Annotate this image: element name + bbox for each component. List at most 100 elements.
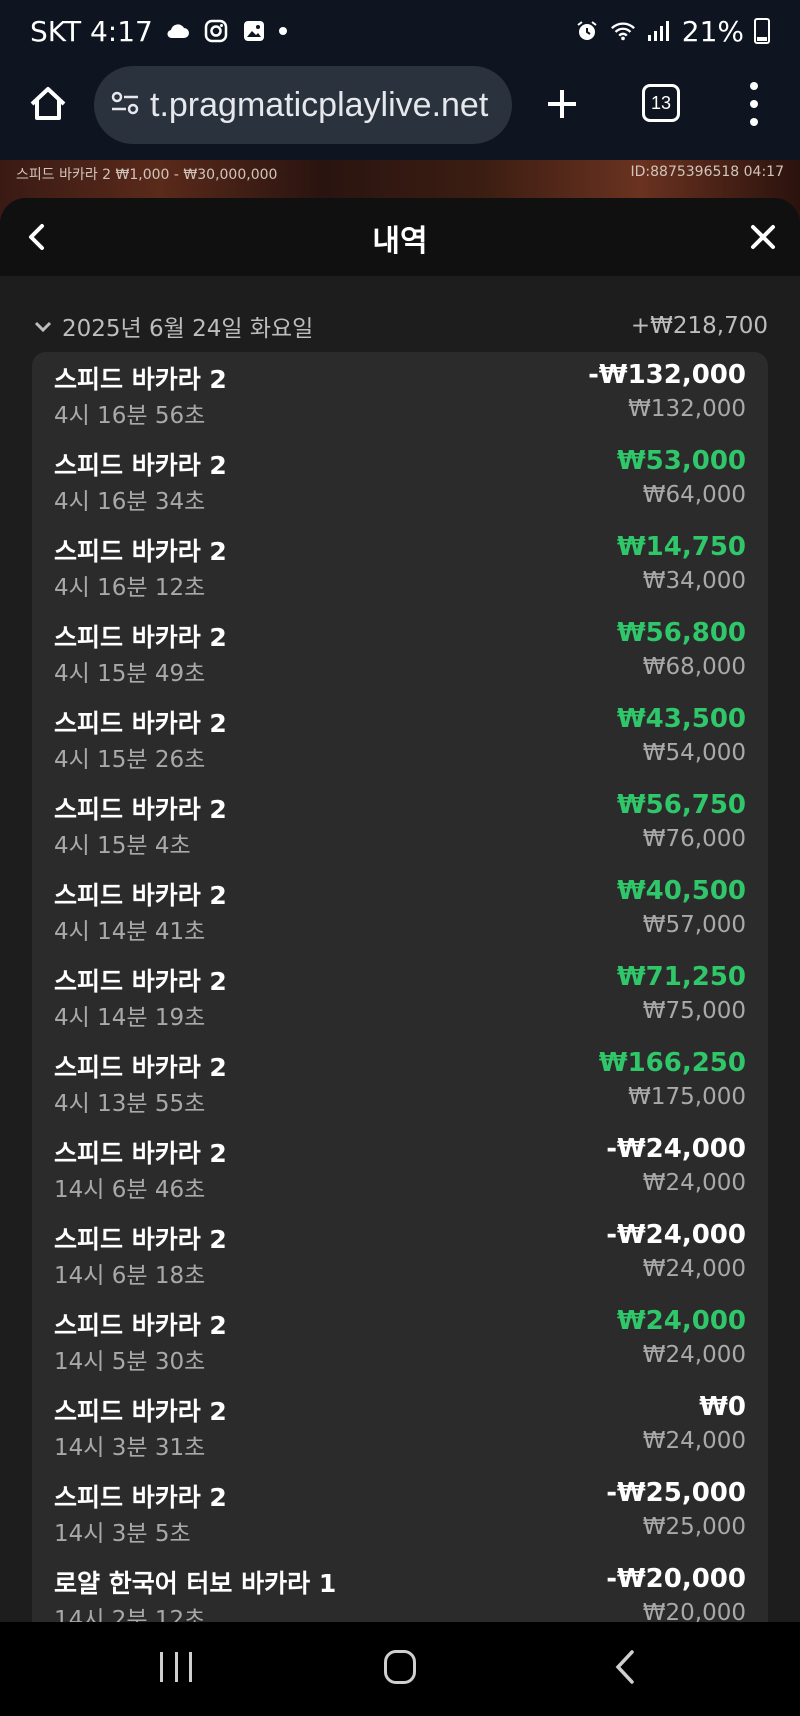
- result-amount: ₩14,750: [616, 532, 746, 562]
- round-time: 4시 14분 41초: [54, 919, 206, 945]
- game-name: 로얄 한국어 터보 바카라 1: [54, 1569, 337, 1598]
- battery-percent: 21%: [681, 14, 744, 48]
- game-name: 스피드 바카라 2: [54, 1139, 227, 1168]
- history-row[interactable]: 스피드 바카라 2 4시 15분 49초 ₩56,800 ₩68,000: [32, 610, 768, 696]
- round-time: 14시 6분 46초: [54, 1177, 206, 1203]
- game-name: 스피드 바카라 2: [54, 537, 227, 566]
- bet-amount: ₩24,000: [642, 1428, 746, 1454]
- chevron-down-icon: [34, 321, 52, 333]
- result-amount: -₩132,000: [588, 360, 746, 390]
- new-tab-button[interactable]: [540, 82, 584, 126]
- result-amount: ₩40,500: [616, 876, 746, 906]
- history-row[interactable]: 스피드 바카라 2 4시 15분 26초 ₩43,500 ₩54,000: [32, 696, 768, 782]
- round-time: 4시 15분 4초: [54, 833, 191, 859]
- more-menu-icon[interactable]: [744, 82, 764, 126]
- home-nav-button[interactable]: [384, 1650, 416, 1684]
- recent-apps-button[interactable]: [160, 1652, 192, 1682]
- round-time: 4시 16분 34초: [54, 489, 206, 515]
- sheet-title: 내역: [372, 224, 428, 259]
- home-button[interactable]: [26, 82, 70, 126]
- bet-amount: ₩25,000: [642, 1514, 746, 1540]
- notification-dot-icon: [278, 27, 287, 35]
- status-bar: SKT 4:17 21%: [0, 0, 800, 62]
- close-button[interactable]: [746, 220, 780, 254]
- game-name: 스피드 바카라 2: [54, 1225, 227, 1254]
- sheet-header: 내역: [0, 198, 800, 276]
- history-sheet: 내역 2025년 6월 24일 화요일 +₩218,700 스피드 바카라 2 4…: [0, 198, 800, 1622]
- history-row[interactable]: 스피드 바카라 2 4시 15분 4초 ₩56,750 ₩76,000: [32, 782, 768, 868]
- site-settings-icon[interactable]: [110, 88, 140, 122]
- result-amount: ₩166,250: [598, 1048, 746, 1078]
- game-name: 스피드 바카라 2: [54, 1397, 227, 1426]
- result-amount: ₩43,500: [616, 704, 746, 734]
- history-row[interactable]: 스피드 바카라 2 4시 14분 41초 ₩40,500 ₩57,000: [32, 868, 768, 954]
- bet-amount: ₩76,000: [642, 826, 746, 852]
- instagram-icon: [203, 18, 229, 44]
- cloud-icon: [165, 18, 191, 44]
- game-info: 스피드 바카라 2 ₩1,000 - ₩30,000,000: [16, 167, 278, 183]
- result-amount: ₩71,250: [616, 962, 746, 992]
- close-icon: [751, 225, 775, 249]
- signal-icon: [646, 18, 672, 44]
- address-bar[interactable]: t.pragmaticplaylive.net: [94, 66, 512, 144]
- history-row[interactable]: 스피드 바카라 2 4시 13분 55초 ₩166,250 ₩175,000: [32, 1040, 768, 1126]
- game-name: 스피드 바카라 2: [54, 365, 227, 394]
- game-name: 스피드 바카라 2: [54, 1311, 227, 1340]
- round-time: 14시 3분 31초: [54, 1435, 206, 1461]
- back-icon: [615, 1650, 634, 1684]
- game-name: 스피드 바카라 2: [54, 795, 227, 824]
- url-text: t.pragmaticplaylive.net: [150, 85, 489, 124]
- result-amount: -₩20,000: [606, 1564, 746, 1594]
- history-row[interactable]: 스피드 바카라 2 14시 6분 46초 -₩24,000 ₩24,000: [32, 1126, 768, 1212]
- result-amount: ₩53,000: [616, 446, 746, 476]
- wifi-icon: [610, 18, 636, 44]
- day-group-header[interactable]: 2025년 6월 24일 화요일 +₩218,700: [32, 308, 768, 344]
- bet-amount: ₩68,000: [642, 654, 746, 680]
- result-amount: -₩24,000: [606, 1220, 746, 1250]
- bet-amount: ₩132,000: [628, 396, 746, 422]
- gallery-icon: [241, 18, 267, 44]
- bet-amount: ₩75,000: [642, 998, 746, 1024]
- bet-amount: ₩54,000: [642, 740, 746, 766]
- history-row[interactable]: 스피드 바카라 2 4시 16분 56초 -₩132,000 ₩132,000: [32, 352, 768, 438]
- bet-amount: ₩64,000: [642, 482, 746, 508]
- round-time: 4시 16분 12초: [54, 575, 206, 601]
- result-amount: -₩24,000: [606, 1134, 746, 1164]
- round-time: 4시 13분 55초: [54, 1091, 206, 1117]
- game-name: 스피드 바카라 2: [54, 967, 227, 996]
- bet-amount: ₩24,000: [642, 1342, 746, 1368]
- day-label: 2025년 6월 24일 화요일: [62, 316, 314, 342]
- bet-amount: ₩34,000: [642, 568, 746, 594]
- history-row[interactable]: 스피드 바카라 2 4시 16분 12초 ₩14,750 ₩34,000: [32, 524, 768, 610]
- round-time: 4시 14분 19초: [54, 1005, 206, 1031]
- round-time: 14시 6분 18초: [54, 1263, 206, 1289]
- history-row[interactable]: 로얄 한국어 터보 바카라 1 14시 2분 12초 -₩20,000 ₩20,000: [32, 1556, 768, 1622]
- battery-icon: [754, 18, 770, 44]
- result-amount: ₩0: [699, 1392, 746, 1422]
- round-time: 14시 5분 30초: [54, 1349, 206, 1375]
- system-nav-bar: [0, 1622, 800, 1716]
- history-row[interactable]: 스피드 바카라 2 14시 3분 5초 -₩25,000 ₩25,000: [32, 1470, 768, 1556]
- game-name: 스피드 바카라 2: [54, 709, 227, 738]
- history-row[interactable]: 스피드 바카라 2 14시 3분 31초 ₩0 ₩24,000: [32, 1384, 768, 1470]
- result-amount: ₩56,750: [616, 790, 746, 820]
- bet-amount: ₩175,000: [628, 1084, 746, 1110]
- game-name: 스피드 바카라 2: [54, 1483, 227, 1512]
- round-time: 14시 3분 5초: [54, 1521, 191, 1547]
- history-row[interactable]: 스피드 바카라 2 4시 14분 19초 ₩71,250 ₩75,000: [32, 954, 768, 1040]
- bet-amount: ₩20,000: [642, 1600, 746, 1622]
- back-nav-button[interactable]: [610, 1648, 640, 1686]
- plus-icon: [548, 90, 576, 118]
- game-name: 스피드 바카라 2: [54, 623, 227, 652]
- tab-switcher-button[interactable]: 13: [642, 84, 680, 122]
- game-name: 스피드 바카라 2: [54, 451, 227, 480]
- history-row[interactable]: 스피드 바카라 2 14시 5분 30초 ₩24,000 ₩24,000: [32, 1298, 768, 1384]
- game-name: 스피드 바카라 2: [54, 1053, 227, 1082]
- history-list: 스피드 바카라 2 4시 16분 56초 -₩132,000 ₩132,000 스피드 …: [32, 352, 768, 1622]
- bet-amount: ₩24,000: [642, 1170, 746, 1196]
- bet-amount: ₩57,000: [642, 912, 746, 938]
- history-row[interactable]: 스피드 바카라 2 14시 6분 18초 -₩24,000 ₩24,000: [32, 1212, 768, 1298]
- history-row[interactable]: 스피드 바카라 2 4시 16분 34초 ₩53,000 ₩64,000: [32, 438, 768, 524]
- round-time: 4시 16분 56초: [54, 403, 206, 429]
- result-amount: ₩56,800: [616, 618, 746, 648]
